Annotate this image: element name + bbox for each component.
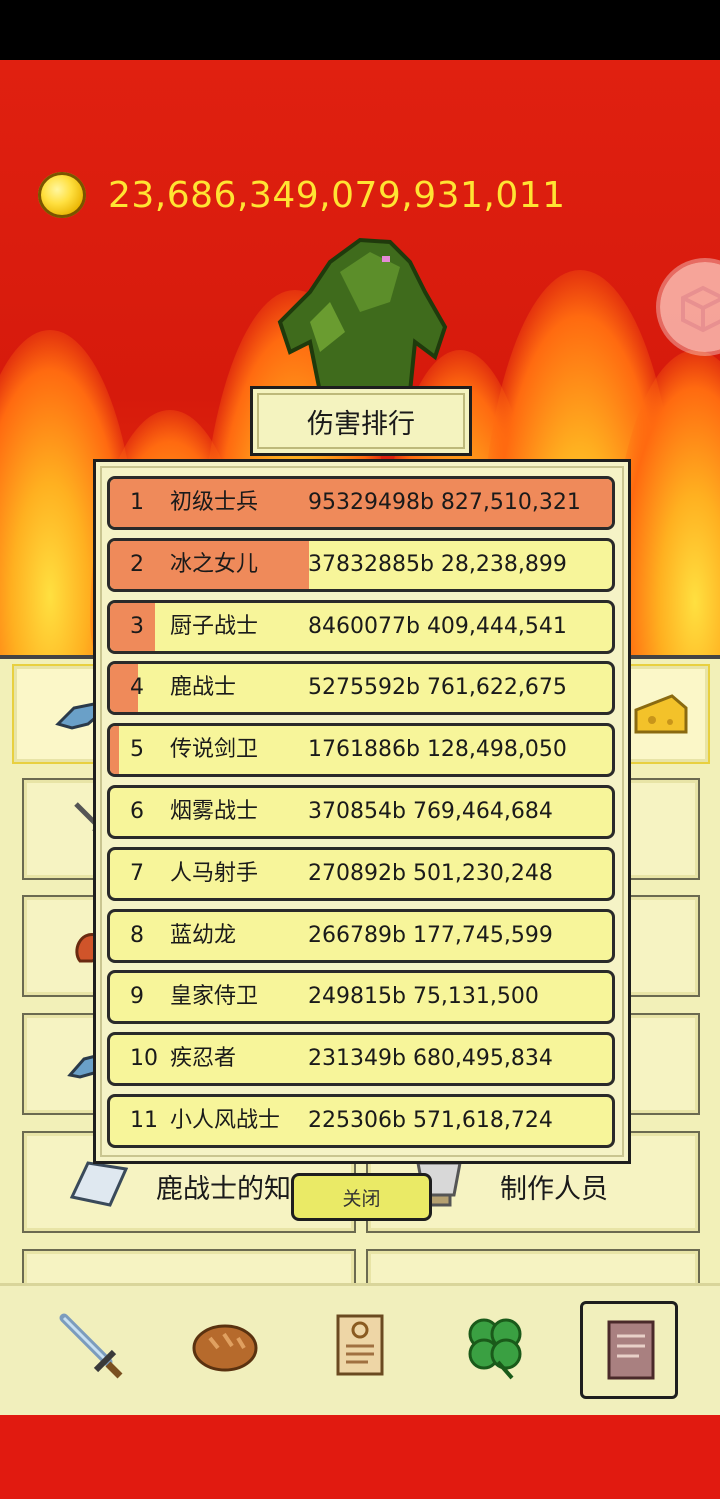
ranking-rank: 2 xyxy=(130,552,144,577)
swamp-monster xyxy=(277,237,448,392)
ranking-rank: 10 xyxy=(130,1046,158,1071)
cube-icon xyxy=(681,285,720,333)
damage-bar-fill xyxy=(110,726,120,774)
sword-icon[interactable] xyxy=(52,1308,126,1382)
ranking-row: 9 皇家侍卫 249815b 75,131,500 xyxy=(107,970,615,1024)
coin-counter: 23,686,349,079,931,011 xyxy=(38,172,566,218)
ranking-damage: 95329498b 827,510,321 xyxy=(308,490,581,515)
ranking-name: 烟雾战士 xyxy=(170,799,259,824)
gold-coin-icon xyxy=(38,172,86,218)
cheese-icon xyxy=(634,694,688,734)
ranking-damage: 37832885b 28,238,899 xyxy=(308,552,567,577)
ranking-row: 4 鹿战士 5275592b 761,622,675 xyxy=(107,661,615,715)
ranking-row: 11 小人风战士 225306b 571,618,724 xyxy=(107,1094,615,1148)
ranking-rank: 7 xyxy=(130,861,144,886)
ranking-name: 蓝幼龙 xyxy=(170,923,237,948)
ranking-name: 鹿战士 xyxy=(170,675,237,700)
ranking-rank: 4 xyxy=(130,675,144,700)
ranking-rank: 8 xyxy=(130,923,144,948)
ranking-title: 伤害排行 xyxy=(250,386,472,456)
ranking-damage: 266789b 177,745,599 xyxy=(308,923,553,948)
ranking-name: 传说剑卫 xyxy=(170,737,259,762)
ranking-rank: 5 xyxy=(130,737,144,762)
ranking-row: 3 厨子战士 8460077b 409,444,541 xyxy=(107,600,615,654)
scroll-icon[interactable] xyxy=(324,1308,398,1382)
open-book-icon xyxy=(69,1161,129,1207)
bread-icon[interactable] xyxy=(188,1308,262,1382)
ranking-damage: 5275592b 761,622,675 xyxy=(308,675,567,700)
ranking-damage: 231349b 680,495,834 xyxy=(308,1046,553,1071)
ranking-damage: 1761886b 128,498,050 xyxy=(308,737,567,762)
book-icon xyxy=(607,1320,655,1380)
ranking-rank: 11 xyxy=(130,1108,158,1133)
ranking-row: 2 冰之女儿 37832885b 28,238,899 xyxy=(107,538,615,592)
ranking-row: 1 初级士兵 95329498b 827,510,321 xyxy=(107,476,615,530)
ranking-rank: 1 xyxy=(130,490,144,515)
ranking-name: 疾忍者 xyxy=(170,1046,237,1071)
ranking-row: 6 烟雾战士 370854b 769,464,684 xyxy=(107,785,615,839)
ranking-rank: 9 xyxy=(130,984,144,1009)
ranking-name: 皇家侍卫 xyxy=(170,984,259,1009)
ranking-name: 冰之女儿 xyxy=(170,552,259,577)
ranking-name: 小人风战士 xyxy=(170,1108,281,1133)
ranking-name: 初级士兵 xyxy=(170,490,259,515)
ranking-row: 10 疾忍者 231349b 680,495,834 xyxy=(107,1032,615,1086)
ranking-name: 人马射手 xyxy=(170,861,259,886)
ranking-row: 7 人马射手 270892b 501,230,248 xyxy=(107,847,615,901)
status-bar xyxy=(0,0,720,60)
ranking-damage: 370854b 769,464,684 xyxy=(308,799,553,824)
ranking-damage: 225306b 571,618,724 xyxy=(308,1108,553,1133)
clover-icon[interactable] xyxy=(458,1308,532,1382)
ranking-damage: 270892b 501,230,248 xyxy=(308,861,553,886)
ranking-rank: 3 xyxy=(130,614,144,639)
ranking-damage: 249815b 75,131,500 xyxy=(308,984,539,1009)
credits-label: 制作人员 xyxy=(500,1174,608,1205)
nav-selected-book[interactable] xyxy=(580,1301,678,1399)
close-button[interactable]: 关闭 xyxy=(291,1173,432,1221)
coin-amount: 23,686,349,079,931,011 xyxy=(108,174,566,216)
bottom-bar xyxy=(0,1415,720,1499)
ranking-damage: 8460077b 409,444,541 xyxy=(308,614,567,639)
ranking-name: 厨子战士 xyxy=(170,614,259,639)
ranking-row: 8 蓝幼龙 266789b 177,745,599 xyxy=(107,909,615,963)
ranking-rank: 6 xyxy=(130,799,144,824)
ranking-row: 5 传说剑卫 1761886b 128,498,050 xyxy=(107,723,615,777)
